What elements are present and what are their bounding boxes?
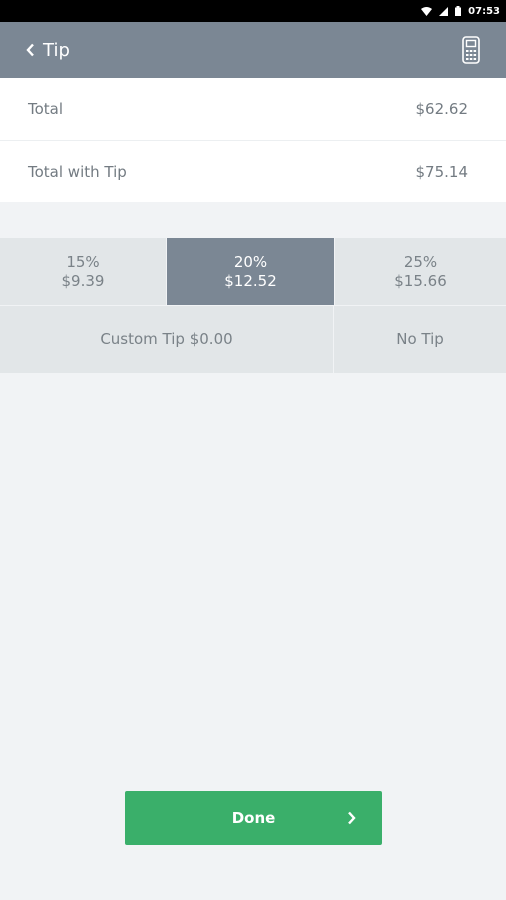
total-value: $62.62: [415, 100, 469, 118]
total-label: Total: [28, 100, 64, 118]
total-row: Total $62.62: [0, 78, 506, 140]
page-title: Tip: [43, 39, 70, 61]
done-label: Done: [231, 809, 276, 827]
custom-tip-button[interactable]: Custom Tip $0.00: [0, 306, 333, 373]
tip-option-20[interactable]: 20% $12.52: [167, 238, 334, 305]
tip-option-25[interactable]: 25% $15.66: [335, 238, 506, 305]
status-bar: 07:53: [0, 0, 506, 22]
no-tip-button[interactable]: No Tip: [334, 306, 506, 373]
back-button[interactable]: Tip: [26, 40, 70, 61]
chevron-right-icon: [348, 811, 356, 825]
wifi-icon: [421, 6, 433, 16]
total-with-tip-row: Total with Tip $75.14: [0, 140, 506, 202]
no-tip-label: No Tip: [396, 330, 444, 348]
app-bar: Tip: [0, 22, 506, 78]
tip-amount: $12.52: [224, 271, 277, 290]
tip-percent: 20%: [233, 252, 268, 271]
tip-percent-row: 15% $9.39 20% $12.52 25% $15.66: [0, 238, 506, 305]
tip-percent: 25%: [403, 252, 438, 271]
signal-icon: [439, 6, 449, 16]
chevron-left-icon: [26, 43, 34, 57]
tip-other-row: Custom Tip $0.00 No Tip: [0, 306, 506, 373]
bill-summary: Total $62.62 Total with Tip $75.14: [0, 78, 506, 202]
battery-icon: [455, 6, 462, 16]
done-button[interactable]: Done: [125, 791, 382, 845]
total-with-tip-label: Total with Tip: [28, 162, 127, 181]
total-with-tip-value: $75.14: [415, 162, 469, 181]
tip-amount: $15.66: [394, 271, 447, 290]
tip-options: 15% $9.39 20% $12.52 25% $15.66 Custom T…: [0, 238, 506, 373]
tip-option-15[interactable]: 15% $9.39: [0, 238, 166, 305]
custom-tip-label: Custom Tip $0.00: [100, 330, 233, 348]
status-time: 07:53: [468, 5, 500, 17]
tip-percent: 15%: [66, 252, 100, 271]
card-reader-icon[interactable]: [462, 36, 480, 64]
tip-amount: $9.39: [61, 271, 105, 290]
